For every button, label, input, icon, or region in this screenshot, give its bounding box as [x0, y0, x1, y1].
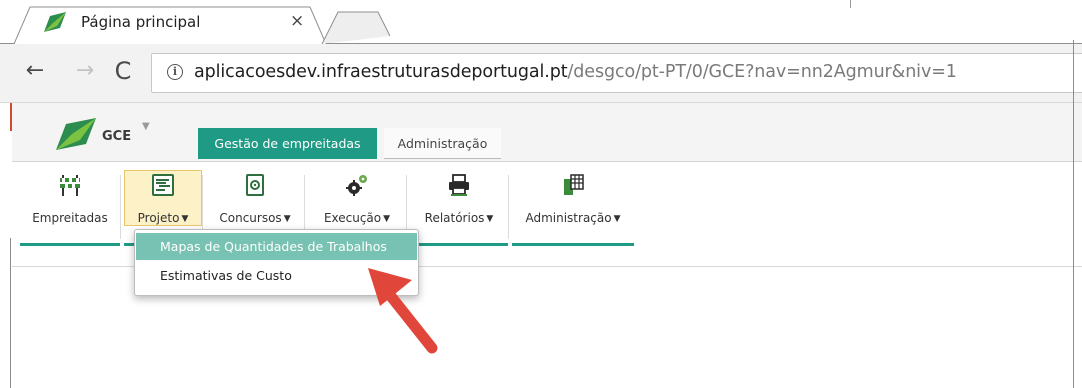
url-host: aplicacoesdev.infraestruturasdeportugal.…	[194, 62, 568, 82]
frame-line-right	[1073, 40, 1074, 388]
module-tab-gestao-empreitadas[interactable]: Gestão de empreitadas	[198, 128, 377, 159]
back-button[interactable]: ←	[22, 58, 48, 84]
app-logo[interactable]	[56, 118, 96, 150]
tender-document-icon	[246, 174, 264, 196]
app-header: GCE ▼ Gestão de empreitadas Administraçã…	[12, 103, 1082, 162]
module-tab-administracao[interactable]: Administração	[384, 128, 501, 159]
forward-button[interactable]: →	[72, 58, 98, 84]
ribbon-label: Execução ▼	[308, 211, 406, 225]
browser-toolbar: ← → C i aplicacoesdev.infraestruturasdep…	[0, 44, 1082, 103]
worksite-barrier-icon	[60, 175, 80, 196]
chevron-down-icon: ▼	[181, 214, 189, 224]
gears-icon	[346, 175, 367, 196]
site-favicon-icon	[44, 12, 66, 32]
chevron-down-icon: ▼	[283, 214, 291, 224]
ribbon-label-text: Relatórios	[424, 211, 485, 225]
screenshot: Página principal × ← → C i aplicacoesdev…	[0, 0, 1082, 388]
project-map-icon	[152, 174, 174, 196]
ribbon-underline	[410, 243, 508, 246]
ribbon-separator	[120, 175, 121, 239]
admin-grid-icon	[564, 174, 584, 195]
ribbon-label: Projeto ▼	[124, 211, 202, 225]
app-name[interactable]: GCE	[102, 129, 131, 144]
ribbon-separator	[508, 175, 509, 239]
ribbon-label: Relatórios ▼	[410, 211, 508, 225]
ribbon-item-relatorios[interactable]: Relatórios ▼	[410, 167, 509, 247]
browser-tabstrip: Página principal ×	[0, 0, 1082, 44]
tab-close-icon[interactable]: ×	[290, 11, 304, 31]
menu-item-mapas-quantidades[interactable]: Mapas de Quantidades de Trabalhos	[136, 233, 417, 260]
url-path: /desgco/pt-PT/0/GCE?nav=nn2Agmur&niv=1	[567, 62, 957, 82]
reload-button[interactable]: C	[110, 58, 136, 84]
frame-line-left	[10, 238, 11, 388]
ribbon-label-text: Projeto	[137, 211, 180, 225]
chevron-down-icon: ▼	[383, 214, 391, 224]
annotation-arrow-icon	[368, 268, 438, 354]
ribbon-label-text: Empreitadas	[32, 211, 108, 225]
app-switcher-caret-icon[interactable]: ▼	[142, 121, 150, 132]
ribbon-item-administracao[interactable]: Administração ▼	[512, 167, 634, 247]
ribbon-item-empreitadas[interactable]: Empreitadas	[20, 167, 121, 247]
site-info-icon[interactable]: i	[167, 64, 183, 80]
url-text[interactable]: aplicacoesdev.infraestruturasdeportugal.…	[194, 62, 957, 82]
chevron-down-icon: ▼	[486, 214, 494, 224]
ribbon-underline	[512, 243, 634, 246]
ribbon-label-text: Administração	[525, 211, 612, 225]
ribbon-label: Empreitadas	[20, 211, 120, 225]
ribbon-label-text: Execução	[323, 211, 382, 225]
ribbon-label: Administração ▼	[512, 211, 634, 225]
chevron-down-icon: ▼	[613, 214, 621, 224]
ribbon-label: Concursos ▼	[206, 211, 304, 225]
ribbon-underline	[20, 243, 120, 246]
printer-icon	[449, 174, 469, 196]
tab-title[interactable]: Página principal	[81, 13, 200, 31]
address-bar[interactable]: i aplicacoesdev.infraestruturasdeportuga…	[151, 53, 1082, 93]
ribbon-label-text: Concursos	[219, 211, 282, 225]
